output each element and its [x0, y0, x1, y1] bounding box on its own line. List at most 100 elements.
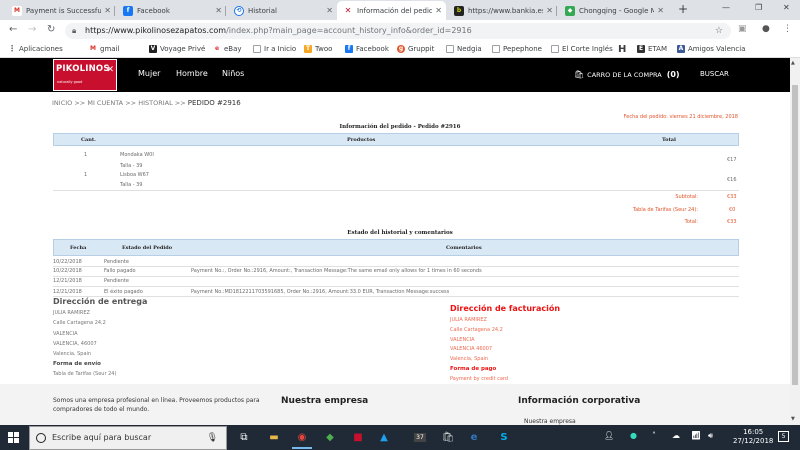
task-view-icon[interactable]: ⧉	[236, 429, 252, 445]
footer-link[interactable]: Nuestra empresa	[524, 418, 576, 425]
delivery-line: VALENCIA	[53, 331, 78, 337]
pikolinos-logo[interactable]: PIKOLINOS ✕ naturally good	[53, 59, 117, 91]
cart-link[interactable]: 🛍︎ CARRO DE LA COMPRA (0)	[574, 70, 680, 79]
scroll-down-icon[interactable]: ▼	[791, 416, 795, 422]
bookmark-el-corte-ingles[interactable]: El Corte Inglés	[551, 45, 613, 53]
app-icon[interactable]: ▲	[376, 429, 392, 445]
bookmark-voyage-prive[interactable]: V Voyage Privé	[149, 45, 205, 53]
wifi-icon[interactable]: 📶︎	[691, 431, 701, 440]
edge-icon[interactable]: e	[466, 429, 482, 445]
close-tab-icon[interactable]: ✕	[657, 6, 664, 15]
browser-tab-google-maps[interactable]: ◆ Chongqing - Google M ✕	[559, 1, 668, 20]
taskbar-clock[interactable]: 16:05 27/12/2018	[733, 428, 773, 446]
cortana-icon	[36, 433, 46, 443]
forward-icon[interactable]: →	[28, 24, 36, 35]
bookmark-aplicaciones[interactable]: ⋮ Aplicaciones	[8, 45, 63, 53]
col-total: Total	[662, 137, 676, 143]
search-button[interactable]: BUSCAR	[700, 70, 729, 78]
taskbar-search[interactable]: Escribe aquí para buscar 🎙︎	[29, 426, 227, 450]
page-icon	[253, 45, 261, 53]
browser-tab-historial[interactable]: ⟲ Historial ✕	[228, 1, 337, 20]
close-window-icon[interactable]: ✕	[783, 3, 790, 12]
tab-title: Chongqing - Google M	[579, 6, 655, 15]
clock-date: 27/12/2018	[733, 437, 774, 445]
close-tab-icon[interactable]: ✕	[215, 6, 222, 15]
menu-ninos[interactable]: Niños	[222, 69, 244, 78]
tray-chevron-icon[interactable]: ˄	[652, 431, 656, 440]
browser-tab-facebook[interactable]: f Facebook ✕	[117, 1, 226, 20]
col-estado: Estado del Pedido	[122, 245, 173, 251]
page-scrollbar[interactable]: ▲ ▼	[790, 58, 800, 425]
bookmark-star-icon[interactable]: ☆	[715, 23, 723, 39]
menu-mujer[interactable]: Mujer	[138, 69, 160, 78]
search-placeholder: Escribe aquí para buscar	[52, 433, 152, 442]
footer-about: Somos una empresa profesional en línea. …	[53, 397, 260, 413]
payment-method-title: Forma de pago	[450, 366, 497, 372]
browser-tab-pedido[interactable]: ✕ Información del pedido ✕	[337, 1, 446, 20]
history-status: El éxito pagado	[104, 289, 143, 295]
volume-icon[interactable]: 🔊︎	[708, 431, 713, 441]
address-bar[interactable]: 🔒︎ https://www.pikolinosezapatos.com/ind…	[65, 23, 731, 39]
browser-tab-bankia[interactable]: b https://www.bankia.es ✕	[448, 1, 557, 20]
minimize-icon[interactable]: —	[722, 3, 730, 12]
people-icon[interactable]: 👤︎	[604, 431, 614, 440]
bookmark-gmail[interactable]: Mgmail	[89, 45, 119, 53]
history-comment: Payment No.:, Order No.:2916, Amount:, T…	[191, 268, 482, 274]
action-center-icon[interactable]: 5	[778, 431, 789, 442]
item-name[interactable]: Lisboa W67	[120, 172, 149, 178]
close-tab-icon[interactable]: ✕	[435, 6, 442, 15]
breadcrumb-historial[interactable]: HISTORIAL	[138, 99, 173, 107]
app-icon[interactable]: ■	[350, 429, 366, 445]
close-tab-icon[interactable]: ✕	[546, 6, 553, 15]
windows-start-icon[interactable]	[8, 432, 19, 443]
bookmark-etam[interactable]: E ETAM	[637, 45, 667, 53]
bookmark-pepephone[interactable]: Pepephone	[492, 45, 542, 53]
chrome-icon[interactable]: ◉	[292, 429, 312, 449]
tray-app-icon[interactable]: ●	[630, 431, 637, 440]
tab-title: Facebook	[137, 6, 170, 15]
bookmark-ebay[interactable]: e eBay	[213, 45, 242, 53]
url-host: https://www.pikolinosezapatos.com	[85, 26, 227, 35]
bookmark-gruppit[interactable]: g Gruppit	[397, 45, 434, 53]
google-maps-icon: ◆	[565, 5, 575, 16]
bookmark-amigos-valencia[interactable]: A Amigos Valencia	[677, 45, 745, 53]
billing-line: JULIA RAMIREZ	[450, 317, 487, 323]
menu-hombre[interactable]: Hombre	[176, 69, 208, 78]
item-attr: Talla - 39	[120, 182, 143, 188]
scroll-up-icon[interactable]: ▲	[791, 60, 795, 66]
bookmark-ir-a-inicio[interactable]: Ir a Inicio	[253, 45, 296, 53]
chrome-menu-icon[interactable]: ⋮	[783, 24, 792, 34]
onedrive-icon[interactable]: ☁︎	[672, 431, 680, 440]
breadcrumb-mi-cuenta[interactable]: MI CUENTA	[87, 99, 123, 107]
url-path: /index.php?main_page=account_history_inf…	[226, 26, 472, 35]
file-explorer-icon[interactable]: ▬	[266, 429, 282, 445]
history-date: 10/22/2018	[53, 259, 82, 265]
browser-tab-gmail[interactable]: M Payment is Successful ✕	[6, 1, 115, 20]
close-tab-icon[interactable]: ✕	[104, 6, 111, 15]
divider	[53, 296, 739, 297]
total-value: €33	[727, 219, 737, 225]
shipping-method-value: Tabla de Tarifas (Seur 24)	[53, 371, 117, 377]
bookmark-h[interactable]: H	[618, 44, 626, 55]
new-tab-icon[interactable]: +	[678, 2, 688, 16]
app-icon[interactable]: ◆	[322, 429, 338, 445]
profile-avatar[interactable]: ●	[762, 24, 770, 34]
item-name[interactable]: Mondaka W0I	[120, 152, 154, 158]
bookmark-nedgia[interactable]: Nedgia	[446, 45, 482, 53]
extension-icon[interactable]: ▣	[738, 24, 747, 34]
app-badge-icon[interactable]: 37	[412, 429, 428, 445]
store-icon[interactable]: 🛍︎	[440, 429, 456, 445]
breadcrumb: INICIO >> MI CUENTA >> HISTORIAL >> PEDI…	[52, 99, 241, 107]
restore-icon[interactable]: ❐	[755, 3, 762, 12]
bookmark-facebook[interactable]: f Facebook	[345, 45, 389, 53]
breadcrumb-inicio[interactable]: INICIO	[52, 99, 72, 107]
total-label: Total:	[684, 219, 698, 225]
reload-icon[interactable]: ↻	[47, 24, 55, 35]
bookmark-twoo[interactable]: T Twoo	[304, 45, 332, 53]
close-tab-icon[interactable]: ✕	[326, 6, 333, 15]
skype-icon[interactable]: S	[496, 429, 512, 445]
back-icon[interactable]: ←	[9, 24, 17, 35]
divider	[53, 190, 739, 191]
item-qty: 1	[84, 152, 88, 158]
microphone-icon[interactable]: 🎙︎	[207, 427, 218, 449]
